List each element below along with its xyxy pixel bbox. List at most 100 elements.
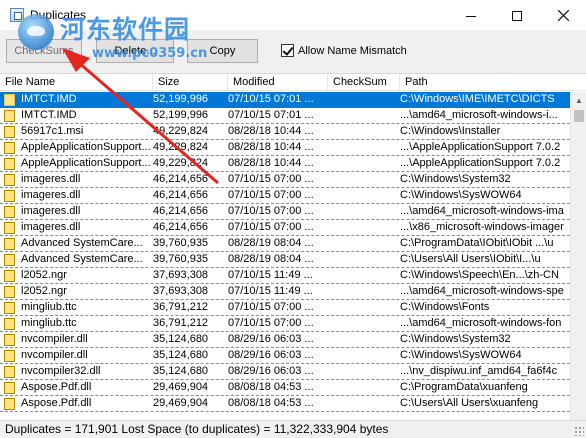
table-row[interactable]: l2052.ngr 37,693,308 07/10/15 11:49 ......…	[0, 284, 570, 300]
size-cell: 37,693,308	[153, 269, 209, 281]
table-row[interactable]: nvcompiler32.dll 35,124,680 08/29/16 06:03…	[0, 364, 570, 380]
checksums-button[interactable]: CheckSums	[6, 39, 82, 63]
table-row[interactable]: mingliub.ttc 36,791,212 07/10/15 07:00 ...…	[0, 300, 570, 316]
table-row[interactable]: Aspose.Pdf.dll 29,469,904 08/08/18 04:53 .…	[0, 380, 570, 396]
table-row[interactable]: AppleApplicationSupport... 49,229,824 08/2…	[0, 156, 570, 172]
modified-cell: 07/10/15 07:01 ...	[228, 109, 314, 121]
path-cell: ...\nv_dispiwu.inf_amd64_fa6f4c	[400, 365, 558, 377]
status-text: Duplicates = 171,901 Lost Space (to dupl…	[5, 422, 389, 436]
table-row[interactable]: l2052.ngr 37,693,308 07/10/15 11:49 ... C:\…	[0, 268, 570, 284]
delete-button[interactable]: Delete...	[96, 39, 174, 63]
column-header-size[interactable]: Size	[153, 74, 228, 91]
size-cell: 35,124,680	[153, 365, 209, 377]
allow-name-mismatch-checkbox[interactable]	[281, 44, 294, 57]
maximize-icon	[512, 10, 522, 21]
modified-cell: 08/29/16 06:03 ...	[228, 365, 314, 377]
modified-cell: 07/10/15 07:00 ...	[228, 221, 314, 233]
modified-cell: 07/10/15 11:49 ...	[228, 269, 313, 281]
size-cell: 39,760,935	[153, 237, 209, 249]
size-cell: 46,214,656	[153, 189, 209, 201]
modified-cell: 08/28/18 10:44 ...	[228, 125, 314, 137]
modified-cell: 08/29/16 06:03 ...	[228, 333, 314, 345]
file-name-cell: l2052.ngr	[21, 285, 67, 297]
file-name-cell: mingliub.ttc	[21, 301, 77, 313]
file-name-cell: AppleApplicationSupport...	[21, 141, 151, 153]
status-bar: Duplicates = 171,901 Lost Space (to dupl…	[0, 420, 586, 438]
table-row[interactable]: Advanced SystemCare... 39,760,935 08/28/19…	[0, 236, 570, 252]
column-header-modified[interactable]: Modified	[228, 74, 328, 91]
table-row[interactable]: 56917c1.msi 49,229,824 08/28/18 10:44 ... C…	[0, 124, 570, 140]
table-row[interactable]: IMTCT.IMD 52,199,996 07/10/15 07:01 ......…	[0, 108, 570, 124]
table-row[interactable]: IMTCT.IMD 52,199,996 07/10/15 07:01 ... C:\…	[0, 92, 570, 108]
modified-cell: 07/10/15 07:01 ...	[228, 93, 314, 105]
size-cell: 29,469,904	[153, 381, 209, 393]
table-row[interactable]: imageres.dll 46,214,656 07/10/15 07:00 ...…	[0, 204, 570, 220]
file-icon	[4, 366, 15, 378]
file-name-cell: l2052.ngr	[21, 269, 67, 281]
size-cell: 46,214,656	[153, 173, 209, 185]
path-cell: ...\amd64_microsoft-windows-ima	[400, 205, 564, 217]
file-name-cell: Aspose.Pdf.dll	[21, 397, 92, 409]
file-icon	[4, 334, 15, 346]
path-cell: C:\Windows\SysWOW64	[400, 349, 522, 361]
size-cell: 29,469,904	[153, 397, 209, 409]
modified-cell: 07/10/15 07:00 ...	[228, 173, 314, 185]
file-icon	[4, 286, 15, 298]
path-cell: C:\Windows\SysWOW64	[400, 189, 522, 201]
title-bar: Duplicates	[0, 0, 586, 31]
table-row[interactable]: AppleApplicationSupport... 49,229,824 08/2…	[0, 140, 570, 156]
column-header-path[interactable]: Path	[400, 74, 570, 91]
scroll-thumb[interactable]	[574, 110, 584, 122]
column-header-checksum[interactable]: CheckSum	[328, 74, 400, 91]
allow-name-mismatch-toggle[interactable]: Allow Name Mismatch	[281, 44, 407, 57]
size-cell: 35,124,680	[153, 349, 209, 361]
vertical-scrollbar[interactable]: ▲	[570, 92, 586, 420]
modified-cell: 08/28/18 10:44 ...	[228, 157, 314, 169]
size-cell: 52,199,996	[153, 93, 209, 105]
app-icon	[10, 8, 24, 22]
file-icon	[4, 382, 15, 394]
file-name-cell: imageres.dll	[21, 205, 81, 217]
file-icon	[4, 174, 15, 186]
modified-cell: 08/08/18 04:53 ...	[228, 381, 314, 393]
column-header-file-name[interactable]: File Name	[0, 74, 153, 91]
file-name-cell: 56917c1.msi	[21, 125, 84, 137]
table-row[interactable]: imageres.dll 46,214,656 07/10/15 07:00 ...…	[0, 188, 570, 204]
table-row[interactable]: imageres.dll 46,214,656 07/10/15 07:00 ...…	[0, 172, 570, 188]
file-icon	[4, 142, 15, 154]
minimize-button[interactable]	[448, 0, 494, 31]
size-cell: 49,229,824	[153, 141, 209, 153]
toolbar: CheckSums Delete... Copy Allow Name Mism…	[0, 31, 586, 73]
close-button[interactable]	[540, 0, 586, 31]
table-row[interactable]: nvcompiler.dll 35,124,680 08/29/16 06:03 .…	[0, 348, 570, 364]
file-name-cell: mingliub.ttc	[21, 317, 77, 329]
copy-button[interactable]: Copy	[187, 39, 258, 63]
modified-cell: 07/10/15 07:00 ...	[228, 205, 314, 217]
table-row[interactable]: Advanced SystemCare... 39,760,935 08/28/19…	[0, 252, 570, 268]
modified-cell: 08/08/18 04:53 ...	[228, 397, 314, 409]
minimize-icon	[466, 16, 476, 17]
size-cell: 35,124,680	[153, 333, 209, 345]
file-name-cell: imageres.dll	[21, 173, 81, 185]
table-row[interactable]: Aspose.Pdf.dll 29,469,904 08/08/18 04:53 .…	[0, 396, 570, 412]
modified-cell: 07/10/15 07:00 ...	[228, 189, 314, 201]
maximize-button[interactable]	[494, 0, 540, 31]
modified-cell: 08/28/19 08:04 ...	[228, 237, 314, 249]
file-name-cell: AppleApplicationSupport...	[21, 157, 151, 169]
path-cell: C:\ProgramData\IObit\IObit ...\u	[400, 237, 554, 249]
table-row[interactable]: mingliub.ttc 36,791,212 07/10/15 07:00 ...…	[0, 316, 570, 332]
resize-grip-icon[interactable]	[574, 426, 584, 436]
file-name-cell: imageres.dll	[21, 189, 81, 201]
close-icon	[557, 10, 569, 21]
size-cell: 36,791,212	[153, 317, 209, 329]
path-cell: C:\Windows\Installer	[400, 125, 501, 137]
size-cell: 39,760,935	[153, 253, 209, 265]
table-row[interactable]: nvcompiler.dll 35,124,680 08/29/16 06:03 .…	[0, 332, 570, 348]
size-cell: 37,693,308	[153, 285, 209, 297]
allow-name-mismatch-label: Allow Name Mismatch	[298, 44, 407, 57]
table-row[interactable]: imageres.dll 46,214,656 07/10/15 07:00 ...…	[0, 220, 570, 236]
file-icon	[4, 94, 15, 106]
path-cell: ...\AppleApplicationSupport 7.0.2	[400, 157, 561, 169]
path-cell: C:\Users\All Users\IObit\I...\u	[400, 253, 541, 265]
scroll-up-icon[interactable]: ▲	[571, 92, 586, 109]
